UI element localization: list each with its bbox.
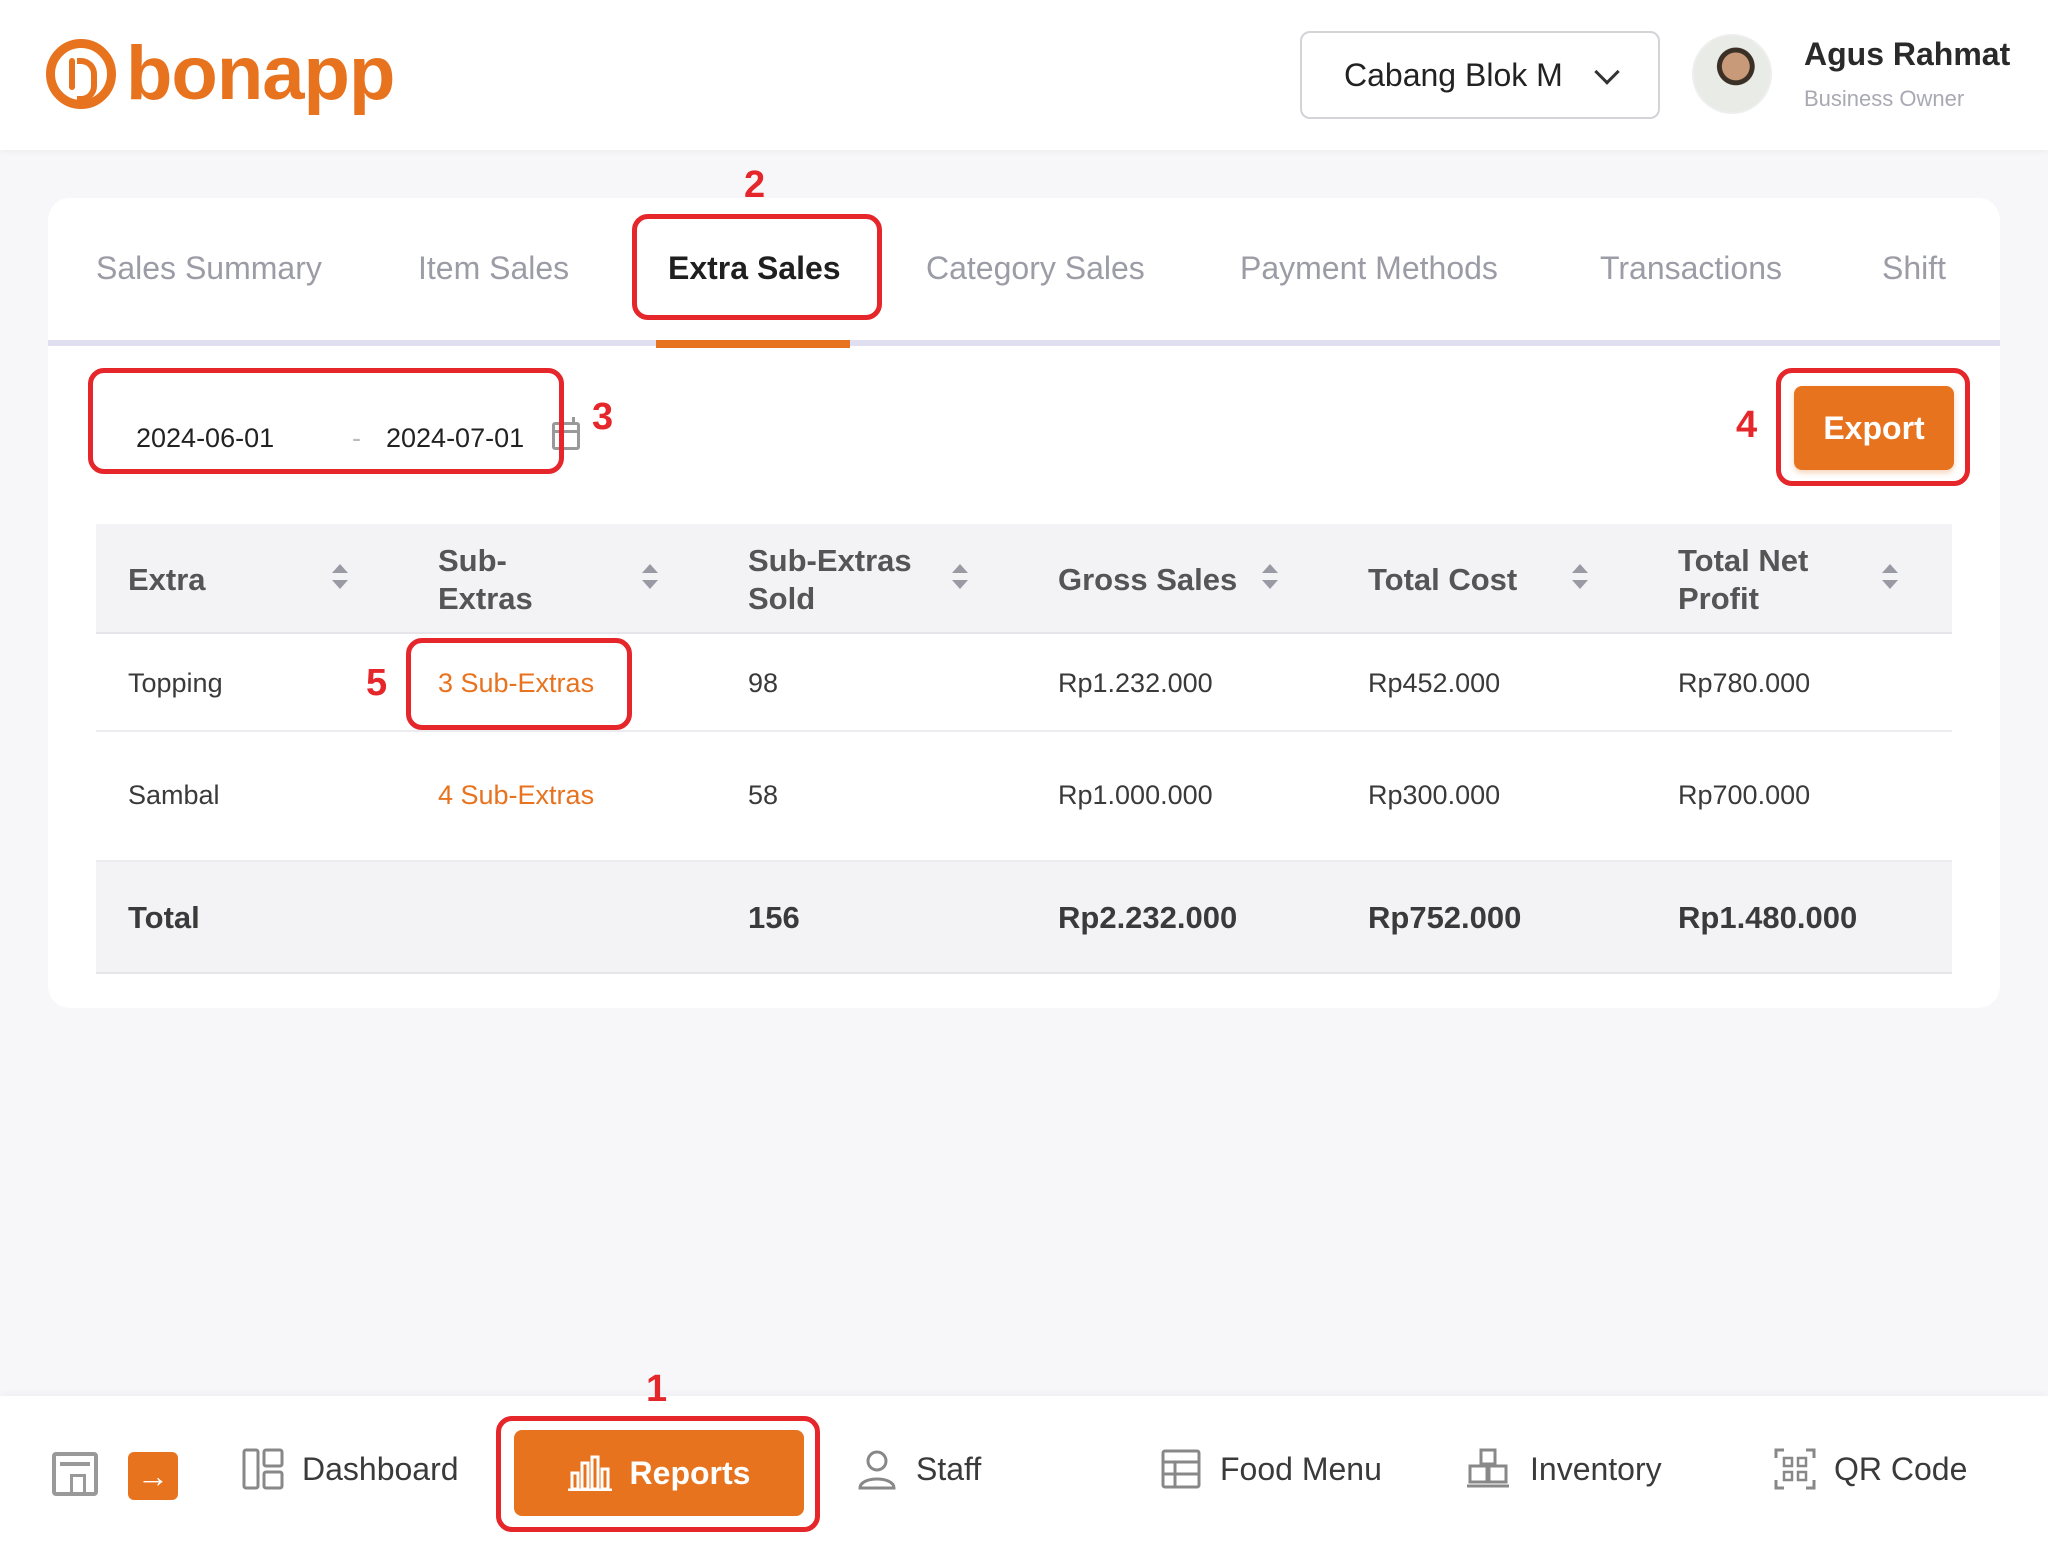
logo-icon <box>46 39 116 109</box>
table-total-row: Total 156 Rp2.232.000 Rp752.000 Rp1.480.… <box>96 862 1952 974</box>
report-card: Sales Summary Item Sales Extra Sales Cat… <box>48 198 2000 1008</box>
nav-dashboard[interactable]: Dashboard <box>242 1448 459 1490</box>
annotation-number-2: 2 <box>744 164 766 206</box>
tab-transactions[interactable]: Transactions <box>1600 250 1782 287</box>
nav-dashboard-label: Dashboard <box>302 1450 459 1487</box>
report-tabs: Sales Summary Item Sales Extra Sales Cat… <box>48 198 2000 348</box>
user-role: Business Owner <box>1804 86 1965 111</box>
total-cost-sum: Rp752.000 <box>1368 900 1522 935</box>
column-header-sub-extras-sold[interactable]: Sub-Extras Sold <box>748 540 948 620</box>
branch-select[interactable]: Cabang Blok M <box>1300 31 1660 119</box>
extra-name: Sambal <box>128 780 220 810</box>
bar-chart-icon <box>567 1455 612 1491</box>
column-header-gross-sales[interactable]: Gross Sales <box>1058 540 1258 620</box>
boxes-icon <box>1467 1448 1509 1488</box>
table-header: Extra Sub- Extras Sub-Extras Sold Gross … <box>96 524 1952 634</box>
sort-icon[interactable] <box>640 564 660 594</box>
avatar[interactable] <box>1692 34 1772 114</box>
nav-inventory-label: Inventory <box>1530 1450 1662 1487</box>
logo-text: bonapp <box>126 31 395 116</box>
bonapp-logo[interactable]: bonapp <box>46 31 395 116</box>
table-row: Sambal 4 Sub-Extras 58 Rp1.000.000 Rp300… <box>96 732 1952 862</box>
tab-extra-sales[interactable]: Extra Sales <box>668 250 841 287</box>
total-sub-extras-sold: 156 <box>748 900 800 935</box>
sort-icon[interactable] <box>1880 564 1900 594</box>
column-header-total-cost[interactable]: Total Cost <box>1368 540 1568 620</box>
tab-category-sales[interactable]: Category Sales <box>926 250 1145 287</box>
top-header: bonapp Cabang Blok M Agus Rahmat Busines… <box>0 0 2048 150</box>
gross-sales: Rp1.000.000 <box>1058 780 1213 810</box>
bottom-navigation: → Dashboard Reports Staff Food Menu Inve… <box>0 1396 2048 1550</box>
store-icon[interactable] <box>52 1452 98 1496</box>
qr-code-icon <box>1774 1448 1816 1490</box>
sub-extras-link[interactable]: 3 Sub-Extras <box>438 668 594 699</box>
export-button[interactable]: Export <box>1794 386 1954 470</box>
annotation-number-5: 5 <box>366 662 388 704</box>
column-header-extra[interactable]: Extra <box>128 540 328 620</box>
tab-divider <box>48 340 2000 346</box>
date-start: 2024-06-01 <box>136 422 275 453</box>
nav-staff[interactable]: Staff <box>856 1448 981 1490</box>
menu-book-icon <box>1161 1449 1201 1489</box>
annotation-number-3: 3 <box>592 396 614 438</box>
tab-item-sales[interactable]: Item Sales <box>418 250 569 287</box>
tab-payment-methods[interactable]: Payment Methods <box>1240 250 1498 287</box>
nav-qr-code-label: QR Code <box>1834 1450 1968 1487</box>
sub-extras-sold: 58 <box>748 780 779 810</box>
total-cost: Rp300.000 <box>1368 780 1501 810</box>
nav-staff-label: Staff <box>916 1450 982 1487</box>
gross-sales: Rp1.232.000 <box>1058 668 1213 698</box>
sub-extras-sold: 98 <box>748 668 779 698</box>
total-cost: Rp452.000 <box>1368 668 1501 698</box>
nav-reports-label: Reports <box>629 1454 751 1491</box>
annotation-number-4: 4 <box>1736 404 1758 446</box>
user-name: Agus Rahmat <box>1804 36 2011 72</box>
chevron-down-icon <box>1594 59 1620 85</box>
annotation-number-1: 1 <box>646 1368 668 1410</box>
date-range-picker[interactable]: 2024-06-01 - 2024-07-01 <box>96 394 580 482</box>
sort-icon[interactable] <box>1260 564 1280 594</box>
nav-inventory[interactable]: Inventory <box>1464 1448 1662 1490</box>
total-net-profit: Rp700.000 <box>1678 780 1811 810</box>
extra-name: Topping <box>128 668 223 698</box>
user-icon <box>858 1450 896 1490</box>
date-separator: - <box>352 422 361 453</box>
sort-icon[interactable] <box>950 564 970 594</box>
column-header-total-net-profit[interactable]: Total Net Profit <box>1678 540 1878 620</box>
sort-icon[interactable] <box>1570 564 1590 594</box>
tab-sales-summary[interactable]: Sales Summary <box>96 250 322 287</box>
column-header-sub-extras[interactable]: Sub- Extras <box>438 540 638 620</box>
nav-reports[interactable]: Reports <box>514 1430 804 1516</box>
total-net-profit: Rp780.000 <box>1678 668 1811 698</box>
arrow-right-icon[interactable]: → <box>128 1452 178 1500</box>
sub-extras-link[interactable]: 4 Sub-Extras <box>438 780 594 811</box>
branch-select-value: Cabang Blok M <box>1344 56 1563 93</box>
nav-qr-code[interactable]: QR Code <box>1774 1448 1967 1490</box>
calendar-icon[interactable] <box>552 417 580 450</box>
total-gross-sales: Rp2.232.000 <box>1058 900 1238 935</box>
nav-food-menu-label: Food Menu <box>1220 1450 1382 1487</box>
sort-icon[interactable] <box>330 564 350 594</box>
total-label: Total <box>128 900 200 935</box>
dashboard-icon <box>242 1448 284 1490</box>
nav-food-menu[interactable]: Food Menu <box>1160 1448 1382 1490</box>
date-end: 2024-07-01 <box>386 422 525 453</box>
tab-shift[interactable]: Shift <box>1882 250 1946 287</box>
total-net-profit-sum: Rp1.480.000 <box>1678 900 1858 935</box>
active-tab-indicator <box>656 340 850 348</box>
